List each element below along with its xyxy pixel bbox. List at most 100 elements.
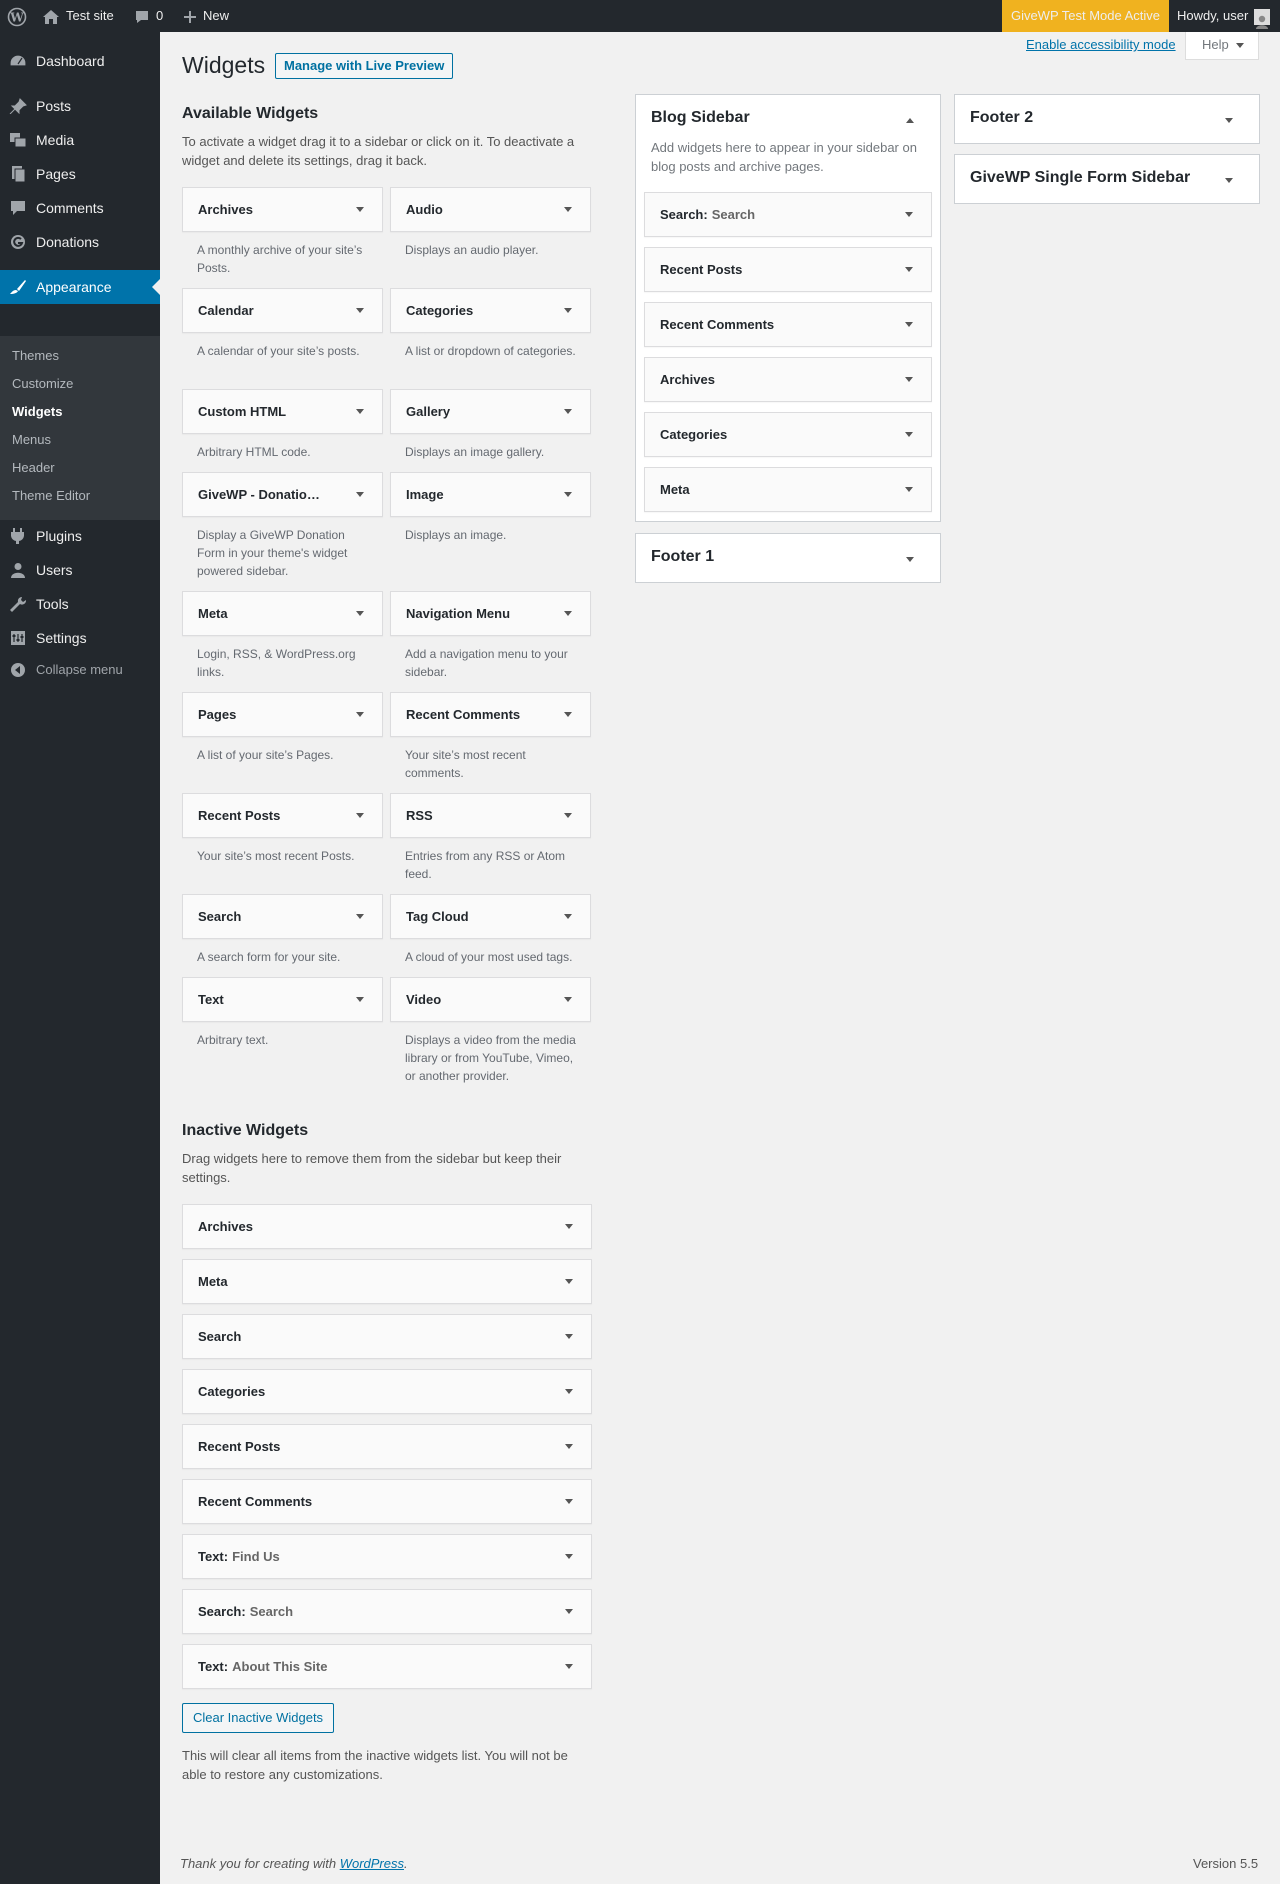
chevron-down-icon[interactable] <box>905 432 913 437</box>
widget[interactable]: Search <box>182 1314 592 1359</box>
widget[interactable]: Calendar <box>182 288 383 333</box>
widget[interactable]: Recent Comments <box>182 1479 592 1524</box>
widget[interactable]: Recent Posts <box>644 247 932 292</box>
menu-item-users[interactable]: Users <box>0 553 160 587</box>
widget[interactable]: Search <box>182 894 383 939</box>
chevron-down-icon[interactable] <box>905 487 913 492</box>
chevron-down-icon[interactable] <box>564 492 572 497</box>
chevron-down-icon[interactable] <box>905 322 913 327</box>
wordpress-logo-icon[interactable]: W <box>0 0 34 32</box>
wordpress-link[interactable]: WordPress <box>340 1856 404 1871</box>
widget[interactable]: Text <box>182 977 383 1022</box>
menu-item-posts[interactable]: Posts <box>0 89 160 123</box>
widget[interactable]: Text: Find Us <box>182 1534 592 1579</box>
new-content-link[interactable]: New <box>183 0 229 32</box>
chevron-down-icon[interactable] <box>565 1444 573 1449</box>
menu-item-appearance[interactable]: Appearance <box>0 270 160 304</box>
chevron-down-icon[interactable] <box>905 377 913 382</box>
widget[interactable]: Archives <box>182 187 383 232</box>
menu-item-media[interactable]: Media <box>0 123 160 157</box>
manage-with-live-preview-button[interactable]: Manage with Live Preview <box>275 53 454 79</box>
widget[interactable]: Archives <box>182 1204 592 1249</box>
menu-item-pages[interactable]: Pages <box>0 157 160 191</box>
widget[interactable]: Recent Posts <box>182 793 383 838</box>
chevron-down-icon[interactable] <box>1225 178 1233 183</box>
widget[interactable]: Navigation Menu <box>390 591 591 636</box>
chevron-down-icon[interactable] <box>905 212 913 217</box>
chevron-down-icon[interactable] <box>356 409 364 414</box>
blog-sidebar[interactable]: Blog Sidebar Add widgets here to appear … <box>635 94 941 522</box>
widget[interactable]: Audio <box>390 187 591 232</box>
chevron-down-icon[interactable] <box>564 611 572 616</box>
menu-item-comments[interactable]: Comments <box>0 191 160 225</box>
chevron-down-icon[interactable] <box>565 1609 573 1614</box>
chevron-down-icon[interactable] <box>564 207 572 212</box>
chevron-down-icon[interactable] <box>565 1664 573 1669</box>
widget[interactable]: Custom HTML <box>182 389 383 434</box>
submenu-item-themes[interactable]: Themes <box>12 347 59 365</box>
footer-2-sidebar[interactable]: Footer 2 <box>954 94 1260 144</box>
menu-item-donations[interactable]: Donations <box>0 225 160 259</box>
chevron-down-icon[interactable] <box>565 1224 573 1229</box>
chevron-down-icon[interactable] <box>564 914 572 919</box>
submenu-item-theme-editor[interactable]: Theme Editor <box>12 487 90 505</box>
chevron-down-icon[interactable] <box>356 611 364 616</box>
widget[interactable]: GiveWP - Donatio… <box>182 472 383 517</box>
widget[interactable]: Video <box>390 977 591 1022</box>
chevron-down-icon[interactable] <box>356 997 364 1002</box>
chevron-down-icon[interactable] <box>564 409 572 414</box>
submenu-item-customize[interactable]: Customize <box>12 375 73 393</box>
chevron-down-icon[interactable] <box>565 1279 573 1284</box>
chevron-down-icon[interactable] <box>356 914 364 919</box>
comments-link[interactable]: 0 <box>134 0 163 32</box>
help-tab-button[interactable]: Help <box>1185 32 1259 60</box>
givewp-test-mode-notice[interactable]: GiveWP Test Mode Active <box>1002 0 1169 32</box>
site-name-link[interactable]: Test site <box>42 0 114 32</box>
chevron-down-icon[interactable] <box>356 712 364 717</box>
widget[interactable]: Recent Posts <box>182 1424 592 1469</box>
footer-1-sidebar[interactable]: Footer 1 <box>635 533 941 583</box>
widget[interactable]: Categories <box>644 412 932 457</box>
widget[interactable]: Recent Comments <box>390 692 591 737</box>
widget[interactable]: Image <box>390 472 591 517</box>
widget[interactable]: Gallery <box>390 389 591 434</box>
enable-accessibility-mode-link[interactable]: Enable accessibility mode <box>1026 37 1176 52</box>
chevron-down-icon[interactable] <box>565 1554 573 1559</box>
chevron-down-icon[interactable] <box>906 557 914 562</box>
chevron-down-icon[interactable] <box>564 308 572 313</box>
widget[interactable]: Tag Cloud <box>390 894 591 939</box>
chevron-down-icon[interactable] <box>1225 118 1233 123</box>
givewp-single-form-sidebar[interactable]: GiveWP Single Form Sidebar <box>954 154 1260 204</box>
collapse-up-icon[interactable] <box>906 118 914 123</box>
widget[interactable]: Categories <box>182 1369 592 1414</box>
submenu-item-menus[interactable]: Menus <box>12 431 51 449</box>
widget[interactable]: Archives <box>644 357 932 402</box>
chevron-down-icon[interactable] <box>565 1499 573 1504</box>
chevron-down-icon[interactable] <box>565 1334 573 1339</box>
chevron-down-icon[interactable] <box>565 1389 573 1394</box>
submenu-item-header[interactable]: Header <box>12 459 55 477</box>
chevron-down-icon[interactable] <box>356 492 364 497</box>
widget[interactable]: Text: About This Site <box>182 1644 592 1689</box>
chevron-down-icon[interactable] <box>905 267 913 272</box>
chevron-down-icon[interactable] <box>564 712 572 717</box>
chevron-down-icon[interactable] <box>356 813 364 818</box>
clear-inactive-widgets-button[interactable]: Clear Inactive Widgets <box>182 1703 335 1733</box>
menu-item-tools[interactable]: Tools <box>0 587 160 621</box>
widget[interactable]: Recent Comments <box>644 302 932 347</box>
chevron-down-icon[interactable] <box>564 813 572 818</box>
widget[interactable]: Pages <box>182 692 383 737</box>
widget[interactable]: Meta <box>644 467 932 512</box>
widget[interactable]: RSS <box>390 793 591 838</box>
widget[interactable]: Search: Search <box>182 1589 592 1634</box>
widget[interactable]: Categories <box>390 288 591 333</box>
chevron-down-icon[interactable] <box>564 997 572 1002</box>
my-account-link[interactable]: Howdy, user <box>1170 0 1280 32</box>
chevron-down-icon[interactable] <box>356 308 364 313</box>
submenu-item-widgets[interactable]: Widgets <box>12 403 62 421</box>
widget[interactable]: Search: Search <box>644 192 932 237</box>
collapse-menu-button[interactable]: Collapse menu <box>0 653 160 687</box>
widget[interactable]: Meta <box>182 591 383 636</box>
widget[interactable]: Meta <box>182 1259 592 1304</box>
menu-item-plugins[interactable]: Plugins <box>0 519 160 553</box>
